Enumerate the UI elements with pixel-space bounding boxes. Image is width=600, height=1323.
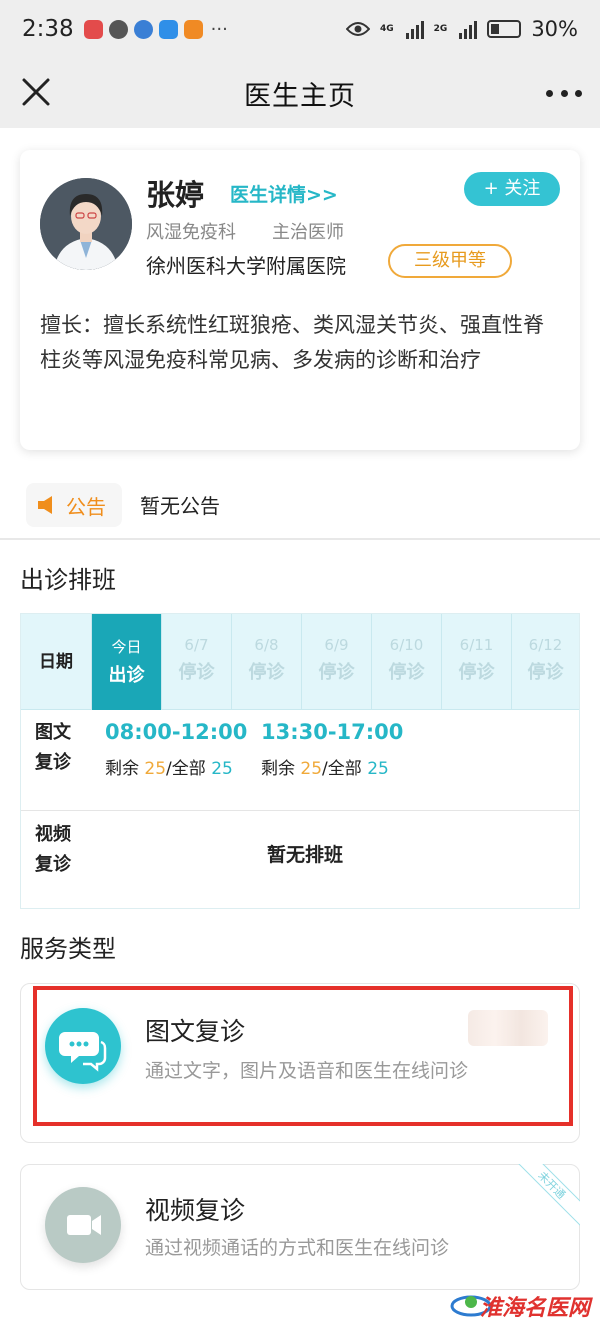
doctor-avatar: [40, 178, 132, 270]
highlight-box: [33, 986, 573, 1126]
service-name: 视频复诊: [145, 1196, 246, 1225]
notice-text: 暂无公告: [140, 494, 220, 518]
doctor-specialty: 擅长：擅长系统性红斑狼疮、类风湿关节炎、强直性脊柱炎等风湿免疫科常见病、多发病的…: [40, 313, 544, 372]
nav-bar: 医生主页: [0, 58, 600, 128]
network-type-1: 4G: [380, 23, 394, 34]
slot-time[interactable]: 13:30-17:00: [261, 720, 403, 744]
speaker-icon: [38, 496, 52, 514]
day-date: 6/7: [184, 636, 209, 654]
row-divider: [21, 810, 579, 811]
service-video-consult[interactable]: 视频复诊 通过视频通话的方式和医生在线问诊 未开通: [20, 1164, 580, 1290]
day-date: 6/8: [254, 636, 279, 654]
watermark: 淮海名医网: [479, 1295, 590, 1321]
day-cell[interactable]: 6/11 停诊: [441, 614, 511, 710]
divider: [0, 538, 600, 540]
services-title: 服务类型: [20, 935, 116, 963]
more-menu-icon[interactable]: [546, 78, 582, 108]
doctor-hospital: 徐州医科大学附属医院: [146, 254, 346, 278]
schedule-table: 日期 今日 出诊 6/7 停诊 6/8 停诊 6/9 停诊 6/10 停诊 6/…: [20, 613, 580, 909]
status-bar: 2:38 ··· 4G 2G 30%: [0, 0, 600, 58]
day-status: 停诊: [178, 662, 215, 683]
page-title: 医生主页: [244, 80, 356, 112]
video-no-schedule: 暂无排班: [266, 844, 343, 866]
more-notifications-icon: ···: [210, 18, 228, 40]
cloud-notification-icon: [158, 19, 178, 39]
day-cell[interactable]: 今日 出诊: [91, 614, 161, 710]
notice-label: 公告: [66, 494, 106, 519]
signal-icon: [405, 19, 424, 39]
video-camera-icon: [45, 1187, 121, 1263]
day-status: 停诊: [458, 662, 495, 683]
day-date: 6/12: [528, 636, 563, 654]
close-icon[interactable]: [16, 72, 56, 112]
battery-percent: 30%: [531, 17, 578, 41]
day-date: 6/9: [324, 636, 349, 654]
day-status: 停诊: [318, 662, 355, 683]
day-cell[interactable]: 6/12 停诊: [511, 614, 579, 710]
day-cell[interactable]: 6/7 停诊: [161, 614, 231, 710]
notification-icons: [83, 19, 203, 39]
ribbon-text: 未开通: [518, 1164, 580, 1226]
day-cell[interactable]: 6/10 停诊: [371, 614, 441, 710]
day-status: 停诊: [248, 662, 285, 683]
day-cell[interactable]: 6/8 停诊: [231, 614, 301, 710]
slot-time[interactable]: 08:00-12:00: [105, 720, 247, 744]
browser-notification-icon: [133, 19, 153, 39]
day-date: 6/10: [389, 636, 424, 654]
slot-quota: 剩余 25/全部 25: [105, 759, 233, 779]
follow-button[interactable]: + 关注: [464, 172, 560, 206]
doctor-department: 风湿免疫科: [146, 222, 236, 243]
chat-notification-icon: [108, 19, 128, 39]
day-date: 6/11: [459, 636, 494, 654]
notice-badge: 公告: [26, 483, 122, 527]
slot-quota: 剩余 25/全部 25: [261, 759, 389, 779]
day-status: 停诊: [527, 662, 564, 683]
battery-icon: [487, 20, 522, 38]
schedule-title: 出诊排班: [20, 566, 116, 594]
signal-icon-2: [459, 19, 478, 39]
day-cell[interactable]: 6/9 停诊: [301, 614, 371, 710]
status-time: 2:38: [22, 16, 74, 42]
day-status: 停诊: [388, 662, 425, 683]
doctor-title: 主治医师: [272, 222, 344, 243]
doctor-page: 张婷 医生详情>> + 关注 风湿免疫科 主治医师 徐州医科大学附属医院 三级甲…: [0, 128, 600, 1323]
day-date: 今日: [111, 638, 142, 656]
video-notification-icon: [183, 19, 203, 39]
doctor-detail-link[interactable]: 医生详情>>: [230, 180, 338, 207]
network-type-2: 2G: [433, 23, 448, 34]
service-desc: 通过视频通话的方式和医生在线问诊: [145, 1237, 450, 1259]
doctor-card: 张婷 医生详情>> + 关注 风湿免疫科 主治医师 徐州医科大学附属医院 三级甲…: [20, 150, 580, 450]
hospital-grade-badge: 三级甲等: [388, 244, 512, 278]
text-consult-row-label: 图文复诊: [35, 722, 71, 773]
doctor-name: 张婷: [146, 178, 205, 212]
not-open-ribbon: 未开通: [518, 1164, 580, 1226]
eye-icon: [346, 22, 370, 36]
schedule-header: 日期 今日 出诊 6/7 停诊 6/8 停诊 6/9 停诊 6/10 停诊 6/…: [21, 614, 579, 710]
app-notification-icon: [83, 19, 103, 39]
date-column-label: 日期: [39, 652, 73, 672]
blurred-price: [468, 1010, 548, 1046]
day-status: 出诊: [108, 665, 145, 686]
